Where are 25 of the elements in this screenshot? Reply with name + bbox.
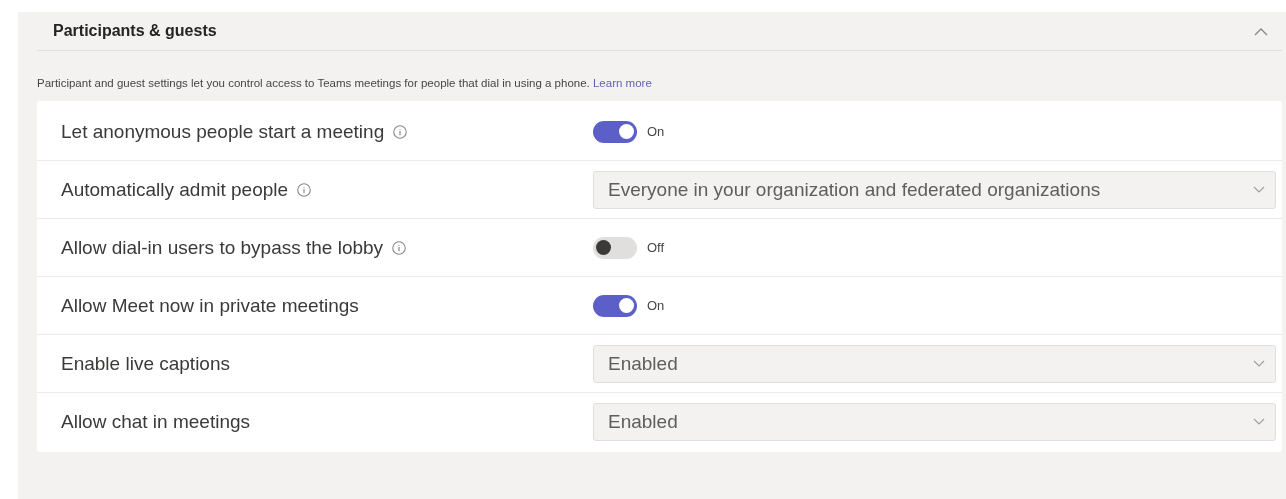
caret-icon — [1253, 186, 1265, 193]
setting-label: Automatically admit people — [61, 178, 289, 201]
dropdown[interactable]: Enabled — [593, 344, 1276, 383]
chevron-icon[interactable] — [1254, 26, 1268, 36]
toggle-switch[interactable] — [593, 120, 637, 143]
toggle-state: On — [647, 298, 665, 313]
toggle-state: Off — [647, 240, 665, 255]
dropdown[interactable]: Enabled — [593, 402, 1276, 441]
info-icon[interactable] — [297, 182, 312, 197]
setting-label: Enable live captions — [61, 352, 230, 375]
caret-icon — [1253, 418, 1265, 425]
info-icon[interactable] — [393, 124, 408, 139]
dropdown[interactable]: Everyone in your organization and federated organizations — [593, 170, 1276, 209]
section-title: Participants & guests — [53, 22, 217, 40]
toggle-switch[interactable] — [593, 294, 637, 317]
caret-icon — [1253, 360, 1265, 367]
setting-label: Let anonymous people start a meeting — [61, 120, 385, 143]
setting-label: Allow chat in meetings — [61, 410, 251, 433]
setting-label: Allow Meet now in private meetings — [61, 294, 359, 317]
section-description: Participant and guest settings let you control access to Teams meetings for people that dial in using a phone. Learn more — [37, 77, 653, 89]
toggle-switch[interactable] — [593, 236, 637, 259]
learn-more-link[interactable]: Learn more — [592, 77, 652, 89]
info-icon[interactable] — [392, 240, 407, 255]
toggle-state: On — [647, 124, 665, 139]
setting-label: Allow dial-in users to bypass the lobby — [61, 236, 384, 259]
